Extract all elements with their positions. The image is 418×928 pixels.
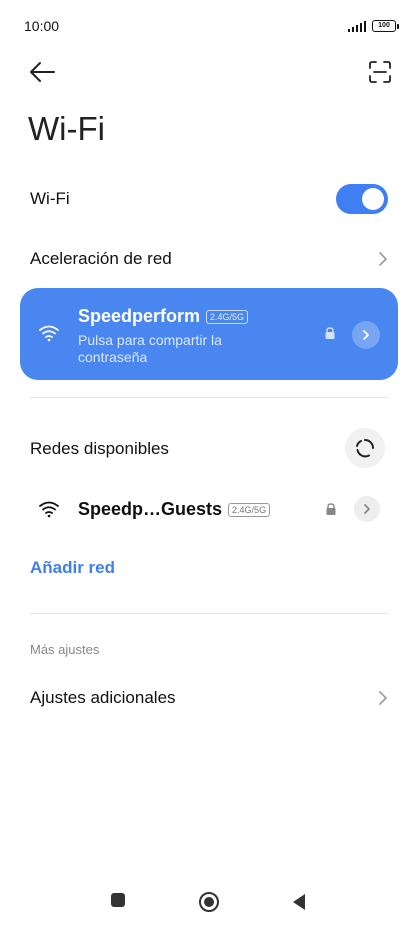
- status-icons: 100: [347, 20, 399, 32]
- back-button[interactable]: [26, 58, 58, 86]
- band-badge: 2.4G/5G: [228, 503, 271, 518]
- home-button[interactable]: [198, 891, 220, 918]
- band-badge: 2.4G/5G: [206, 310, 249, 325]
- circle-icon: [199, 892, 219, 912]
- triangle-back-icon: [293, 894, 305, 910]
- wifi-toggle[interactable]: [336, 184, 388, 214]
- refresh-icon: [356, 439, 374, 458]
- wifi-icon: [39, 325, 59, 342]
- more-settings-label: Más ajustes: [30, 642, 100, 657]
- refresh-button[interactable]: [345, 428, 385, 468]
- wifi-toggle-label: Wi-Fi: [30, 189, 70, 208]
- divider: [30, 613, 388, 614]
- chevron-right-icon: [363, 330, 369, 340]
- additional-settings-row[interactable]: Ajustes adicionales: [0, 673, 418, 723]
- lock-icon: [326, 503, 336, 515]
- back-arrow-icon: [30, 62, 55, 82]
- scan-icon: [369, 61, 391, 83]
- connected-network-details-button[interactable]: [352, 321, 380, 349]
- battery-icon: 100: [372, 20, 399, 32]
- recents-button[interactable]: [110, 892, 126, 913]
- square-icon: [111, 893, 125, 907]
- network-acceleration-label: Aceleración de red: [30, 249, 172, 268]
- scan-button[interactable]: [366, 58, 394, 86]
- add-network-link[interactable]: Añadir red: [30, 558, 115, 578]
- chevron-right-icon: [364, 504, 370, 514]
- page-title: Wi-Fi: [28, 110, 105, 147]
- additional-settings-label: Ajustes adicionales: [30, 688, 176, 707]
- wifi-icon: [39, 501, 59, 518]
- chevron-right-icon: [379, 252, 387, 266]
- chevron-right-icon: [379, 691, 387, 705]
- network-list-item[interactable]: Speedp…Guests 2.4G/5G: [0, 486, 418, 534]
- lock-icon: [325, 327, 335, 339]
- status-time: 10:00: [24, 18, 60, 34]
- available-networks-title: Redes disponibles: [30, 439, 169, 458]
- network-name: Speedp…Guests 2.4G/5G: [78, 499, 271, 520]
- connected-network-name: Speedperform 2.4G/5G: [78, 306, 249, 327]
- network-details-button[interactable]: [354, 496, 380, 522]
- signal-icon: [347, 20, 366, 32]
- connected-network-card[interactable]: Speedperform 2.4G/5G Pulsa para compartir…: [20, 288, 398, 380]
- connected-network-subtitle: Pulsa para compartir la contraseña: [78, 332, 222, 365]
- back-nav-button[interactable]: [291, 893, 307, 916]
- divider: [30, 397, 388, 398]
- network-acceleration-row[interactable]: Aceleración de red: [0, 234, 418, 284]
